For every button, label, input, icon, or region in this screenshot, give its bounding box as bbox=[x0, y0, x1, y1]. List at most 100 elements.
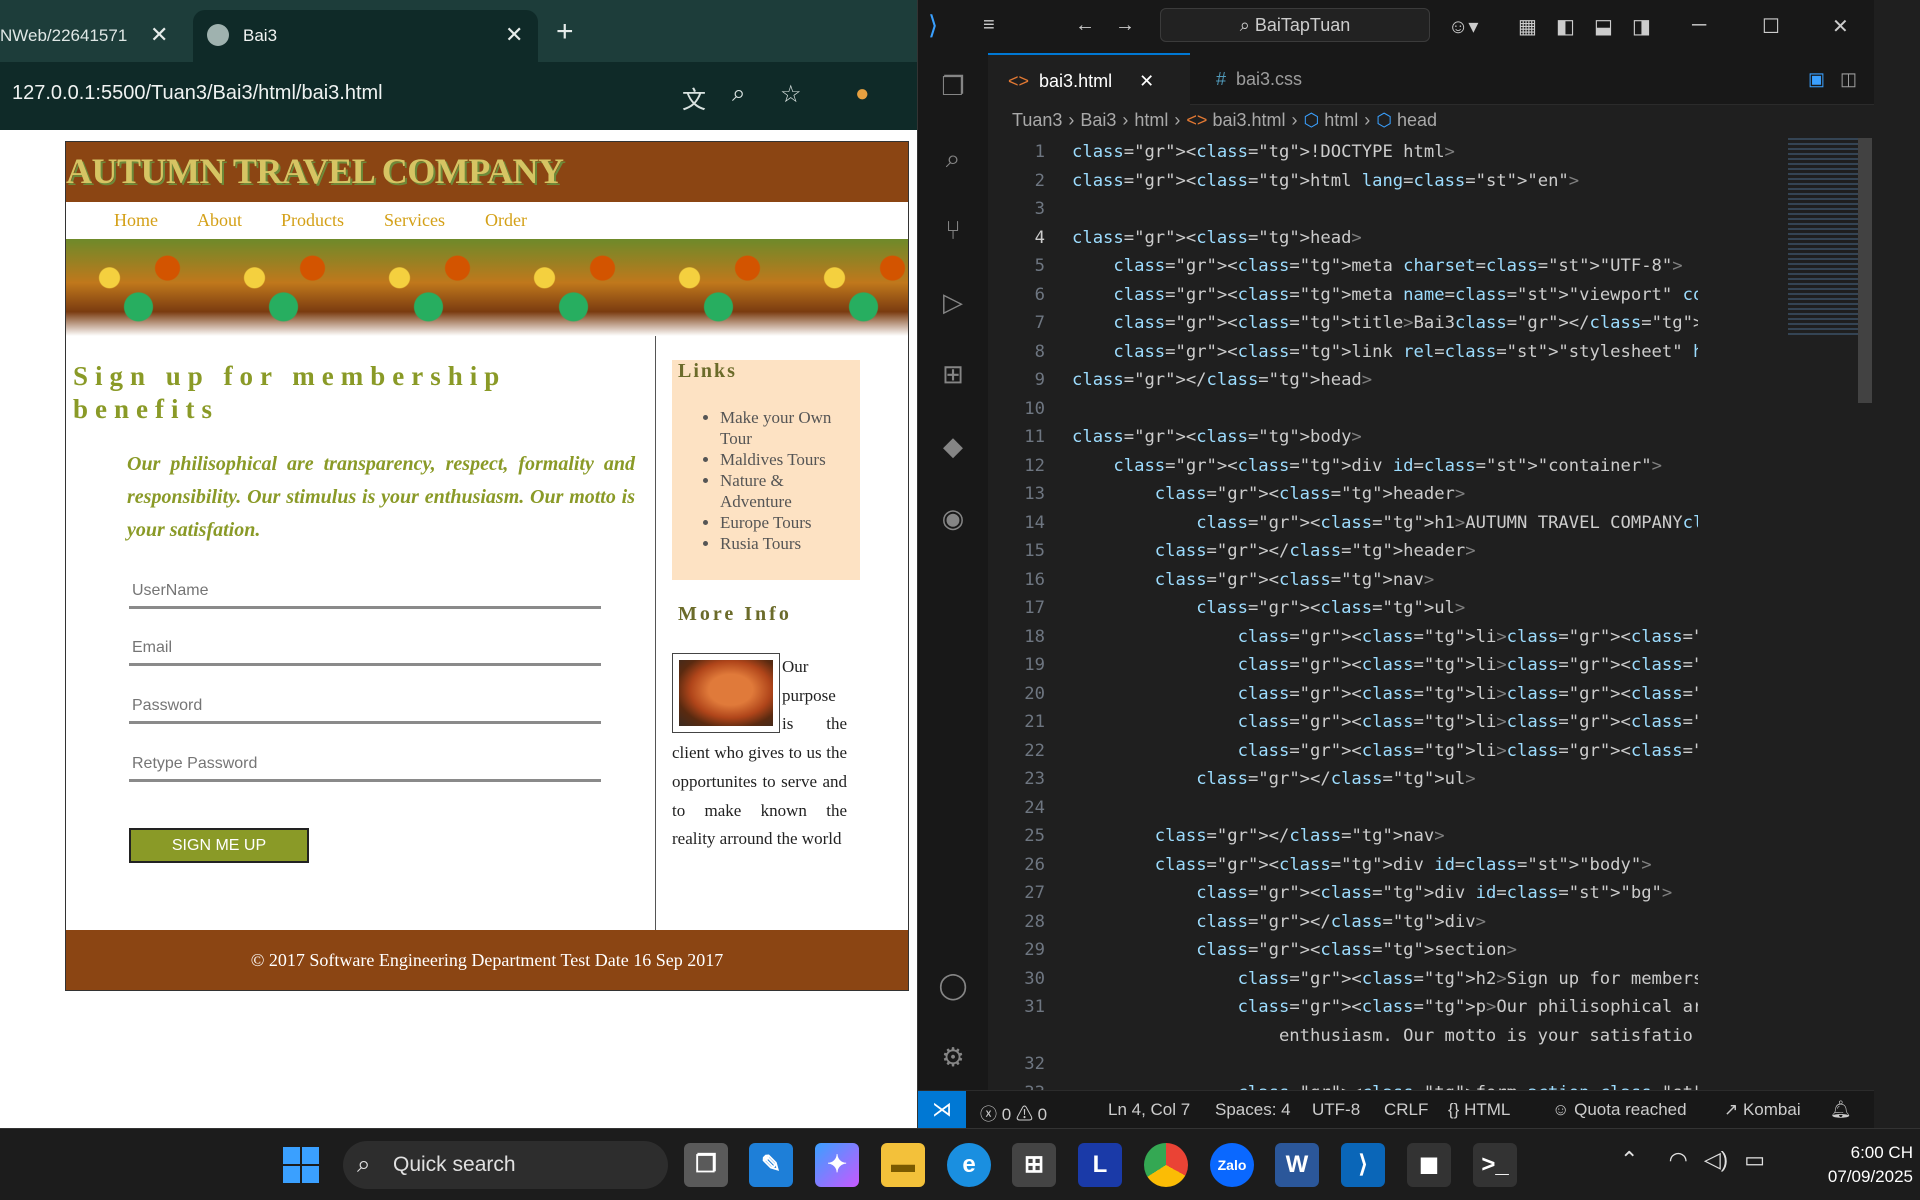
remote-indicator-icon[interactable]: ⋊ bbox=[918, 1091, 966, 1129]
code-line[interactable]: 33 class="gr"><class="tg">form action=cl… bbox=[988, 1079, 1698, 1091]
code-line[interactable]: 28 class="gr"></class="tg">div> bbox=[988, 908, 1698, 937]
code-line[interactable]: 14 class="gr"><class="tg">h1>AUTUMN TRAV… bbox=[988, 509, 1698, 538]
notifications-bell-icon[interactable]: 🔔︎ bbox=[1830, 1100, 1852, 1120]
nav-link-services[interactable]: Services bbox=[384, 210, 445, 231]
username-field[interactable] bbox=[129, 576, 601, 609]
breadcrumb-item[interactable]: html bbox=[1134, 110, 1168, 130]
cookie-icon[interactable]: ● bbox=[855, 80, 870, 108]
code-line[interactable]: 12 class="gr"><class="tg">div id=class="… bbox=[988, 452, 1698, 481]
layout-icon[interactable]: ▦ bbox=[1518, 14, 1537, 39]
zalo-icon[interactable]: Zalo bbox=[1210, 1143, 1254, 1187]
link-item[interactable]: Nature & Adventure bbox=[720, 470, 855, 512]
minimap[interactable] bbox=[1788, 138, 1858, 338]
toggle-panel-icon[interactable]: ⬓ bbox=[1594, 14, 1613, 39]
search-icon[interactable]: ⌕ bbox=[936, 141, 970, 175]
source-control-icon[interactable]: ⑂ bbox=[936, 213, 970, 247]
battery-icon[interactable]: ▭ bbox=[1744, 1147, 1765, 1172]
language-mode[interactable]: {} HTML bbox=[1448, 1100, 1510, 1120]
translate-icon[interactable]: 文 bbox=[682, 80, 706, 115]
code-line[interactable]: 9 class="gr"></class="tg">head> bbox=[988, 366, 1698, 395]
explorer-icon[interactable]: ❐ bbox=[936, 69, 970, 103]
file-explorer-icon[interactable]: ▬ bbox=[881, 1143, 925, 1187]
nav-link-about[interactable]: About bbox=[197, 210, 242, 231]
code-line[interactable]: 32 bbox=[988, 1050, 1698, 1079]
code-line[interactable]: 3 bbox=[988, 195, 1698, 224]
code-line[interactable]: 30 class="gr"><class="tg">h2>Sign up for… bbox=[988, 965, 1698, 994]
edge-browser-icon[interactable]: e bbox=[947, 1143, 991, 1187]
nav-link-home[interactable]: Home bbox=[114, 210, 158, 231]
extensions-icon[interactable]: ⊞ bbox=[936, 357, 970, 391]
code-line[interactable]: 29 class="gr"><class="tg">section> bbox=[988, 936, 1698, 965]
remote-explorer-icon[interactable]: ◉ bbox=[936, 501, 970, 535]
chrome-icon[interactable] bbox=[1144, 1143, 1188, 1187]
code-line[interactable]: 22 class="gr"><class="tg">li>class="gr">… bbox=[988, 737, 1698, 766]
browser-tab-nweb[interactable]: NWeb/22641571 ✕ bbox=[0, 10, 190, 62]
clock[interactable]: 6:00 CH 07/09/2025 bbox=[1793, 1141, 1913, 1189]
code-line[interactable]: 17 class="gr"><class="tg">ul> bbox=[988, 594, 1698, 623]
code-line[interactable]: 16 class="gr"><class="tg">nav> bbox=[988, 566, 1698, 595]
code-line[interactable]: 11 class="gr"><class="tg">body> bbox=[988, 423, 1698, 452]
code-line[interactable]: 1 class="gr"><class="tg">!DOCTYPE html> bbox=[988, 138, 1698, 167]
url-field[interactable]: 127.0.0.1:5500/Tuan3/Bai3/html/bai3.html bbox=[12, 82, 383, 105]
close-icon[interactable]: ✕ bbox=[505, 22, 523, 48]
code-line[interactable]: 26 class="gr"><class="tg">div id=class="… bbox=[988, 851, 1698, 880]
code-line[interactable]: 5 class="gr"><class="tg">meta charset=cl… bbox=[988, 252, 1698, 281]
breadcrumb-item[interactable]: Tuan3 bbox=[1012, 110, 1062, 130]
breadcrumb-item[interactable]: bai3.html bbox=[1212, 110, 1285, 130]
live-preview-icon[interactable]: ▣ bbox=[1808, 53, 1825, 105]
code-line[interactable]: 4 class="gr"><class="tg">head> bbox=[988, 224, 1698, 253]
terminal-icon[interactable]: >_ bbox=[1473, 1143, 1517, 1187]
windows-start-icon[interactable] bbox=[283, 1147, 319, 1183]
zoom-icon[interactable]: ⌕ bbox=[732, 80, 745, 108]
close-window-icon[interactable]: ✕ bbox=[1832, 14, 1849, 39]
wifi-icon[interactable]: ◠ bbox=[1669, 1147, 1688, 1172]
nav-link-order[interactable]: Order bbox=[485, 210, 527, 231]
forward-arrow-icon[interactable]: → bbox=[1115, 14, 1135, 37]
paint-icon[interactable]: ✎ bbox=[749, 1143, 793, 1187]
code-line[interactable]: 27 class="gr"><class="tg">div id=class="… bbox=[988, 879, 1698, 908]
microsoft-store-icon[interactable]: ⊞ bbox=[1012, 1143, 1056, 1187]
code-line[interactable]: 13 class="gr"><class="tg">header> bbox=[988, 480, 1698, 509]
toggle-secondary-sidebar-icon[interactable]: ◨ bbox=[1632, 14, 1651, 39]
code-line[interactable]: 7 class="gr"><class="tg">title>Bai3class… bbox=[988, 309, 1698, 338]
indentation[interactable]: Spaces: 4 bbox=[1215, 1100, 1291, 1120]
cursor-position[interactable]: Ln 4, Col 7 bbox=[1108, 1100, 1190, 1120]
word-icon[interactable]: W bbox=[1275, 1143, 1319, 1187]
bookmark-star-icon[interactable]: ☆ bbox=[780, 80, 802, 109]
link-item[interactable]: Maldives Tours bbox=[720, 449, 855, 470]
code-line[interactable]: 19 class="gr"><class="tg">li>class="gr">… bbox=[988, 651, 1698, 680]
kombai-status[interactable]: ↗ Kombai bbox=[1724, 1100, 1801, 1120]
link-item[interactable]: Make your Own Tour bbox=[720, 407, 855, 449]
close-icon[interactable]: ✕ bbox=[1139, 71, 1154, 91]
retype-password-field[interactable] bbox=[129, 749, 601, 782]
task-view-icon[interactable]: ❐ bbox=[684, 1143, 728, 1187]
breadcrumb-item[interactable]: html bbox=[1324, 110, 1358, 130]
code-editor[interactable]: 1 class="gr"><class="tg">!DOCTYPE html> 2 c… bbox=[988, 138, 1698, 1090]
taskbar-search[interactable]: ⌕ Quick search bbox=[343, 1141, 668, 1189]
nav-link-products[interactable]: Products bbox=[281, 210, 344, 231]
maximize-icon[interactable]: ☐ bbox=[1762, 14, 1780, 39]
password-field[interactable] bbox=[129, 691, 601, 724]
editor-scrollbar[interactable] bbox=[1858, 138, 1872, 403]
l-app-icon[interactable]: L bbox=[1078, 1143, 1122, 1187]
copilot-icon[interactable]: ☺▾ bbox=[1448, 14, 1478, 39]
code-line[interactable]: 18 class="gr"><class="tg">li>class="gr">… bbox=[988, 623, 1698, 652]
toggle-sidebar-icon[interactable]: ◧ bbox=[1556, 14, 1575, 39]
code-line[interactable]: 31 class="gr"><class="tg">p>Our philisop… bbox=[988, 993, 1698, 1022]
code-line[interactable]: 23 class="gr"></class="tg">ul> bbox=[988, 765, 1698, 794]
new-tab-button[interactable]: + bbox=[556, 15, 574, 49]
breadcrumb-item[interactable]: Bai3 bbox=[1080, 110, 1116, 130]
tab-bai3-html[interactable]: <> bai3.html ✕ bbox=[988, 53, 1190, 105]
volume-icon[interactable]: ◁) bbox=[1704, 1147, 1728, 1172]
chevron-up-icon[interactable]: ⌃ bbox=[1620, 1147, 1638, 1172]
menu-icon[interactable]: ≡ bbox=[983, 14, 995, 37]
quota-status[interactable]: ☺ Quota reached bbox=[1552, 1100, 1687, 1120]
browser-tab-bai3[interactable]: Bai3 ✕ bbox=[193, 10, 538, 62]
code-line[interactable]: 24 bbox=[988, 794, 1698, 823]
code-line[interactable]: 20 class="gr"><class="tg">li>class="gr">… bbox=[988, 680, 1698, 709]
link-item[interactable]: Europe Tours bbox=[720, 512, 855, 533]
code-line[interactable]: 2 class="gr"><class="tg">html lang=class=… bbox=[988, 167, 1698, 196]
code-line[interactable]: 21 class="gr"><class="tg">li>class="gr">… bbox=[988, 708, 1698, 737]
email-field[interactable] bbox=[129, 633, 601, 666]
code-line[interactable]: 8 class="gr"><class="tg">link rel=class=… bbox=[988, 338, 1698, 367]
